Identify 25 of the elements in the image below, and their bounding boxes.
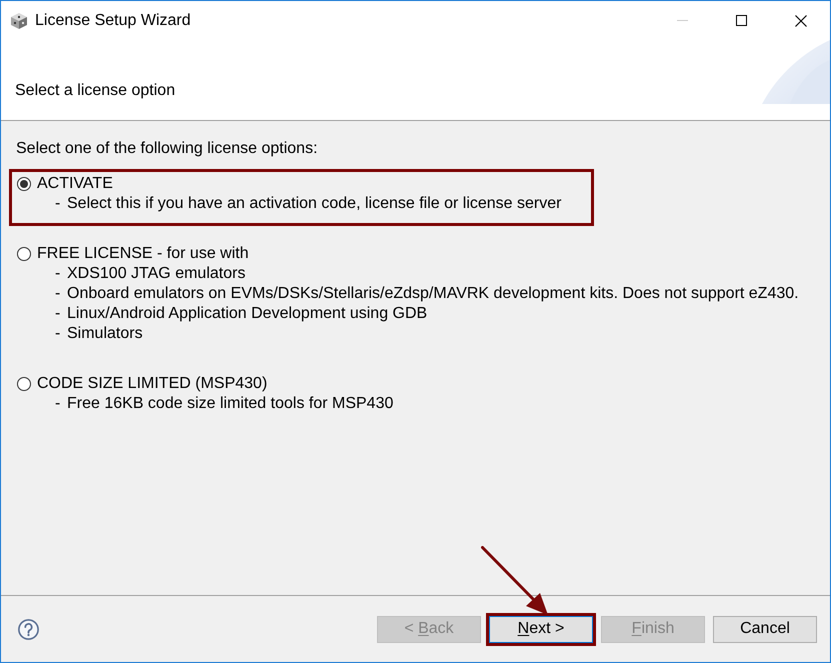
option-detail: Free 16KB code size limited tools for MSP430 bbox=[67, 394, 394, 414]
page-title: Select a license option bbox=[15, 81, 176, 101]
option-detail: Onboard emulators on EVMs/DSKs/Stellaris/eZdsp/MAVRK development kits. Does not support eZ430. bbox=[67, 284, 799, 304]
option-detail: XDS100 JTAG emulators bbox=[67, 264, 246, 284]
radio-button[interactable] bbox=[17, 377, 31, 391]
option-detail: Linux/Android Application Development using GDB bbox=[67, 304, 428, 324]
radio-button[interactable] bbox=[17, 177, 31, 191]
window-title: License Setup Wizard bbox=[35, 10, 191, 30]
dash-marker: - bbox=[55, 394, 62, 414]
prompt-text: Select one of the following license options: bbox=[15, 139, 319, 159]
dash-marker: - bbox=[55, 324, 62, 344]
radio-label[interactable]: ACTIVATE bbox=[37, 174, 113, 194]
option-detail: Select this if you have an activation code, license file or license server bbox=[67, 194, 562, 214]
next-button[interactable]: Next > bbox=[489, 616, 593, 642]
dash-marker: - bbox=[55, 284, 62, 304]
radio-label[interactable]: FREE LICENSE - for use with bbox=[37, 244, 249, 264]
radio-button[interactable] bbox=[17, 247, 31, 261]
dash-marker: - bbox=[55, 264, 62, 284]
dash-marker: - bbox=[55, 194, 62, 214]
dash-marker: - bbox=[55, 304, 62, 324]
cube-icon bbox=[10, 12, 28, 30]
option-detail: Simulators bbox=[67, 324, 143, 344]
radio-label[interactable]: CODE SIZE LIMITED (MSP430) bbox=[37, 374, 268, 394]
cancel-button[interactable]: Cancel bbox=[713, 616, 817, 642]
help-icon[interactable] bbox=[18, 618, 39, 640]
